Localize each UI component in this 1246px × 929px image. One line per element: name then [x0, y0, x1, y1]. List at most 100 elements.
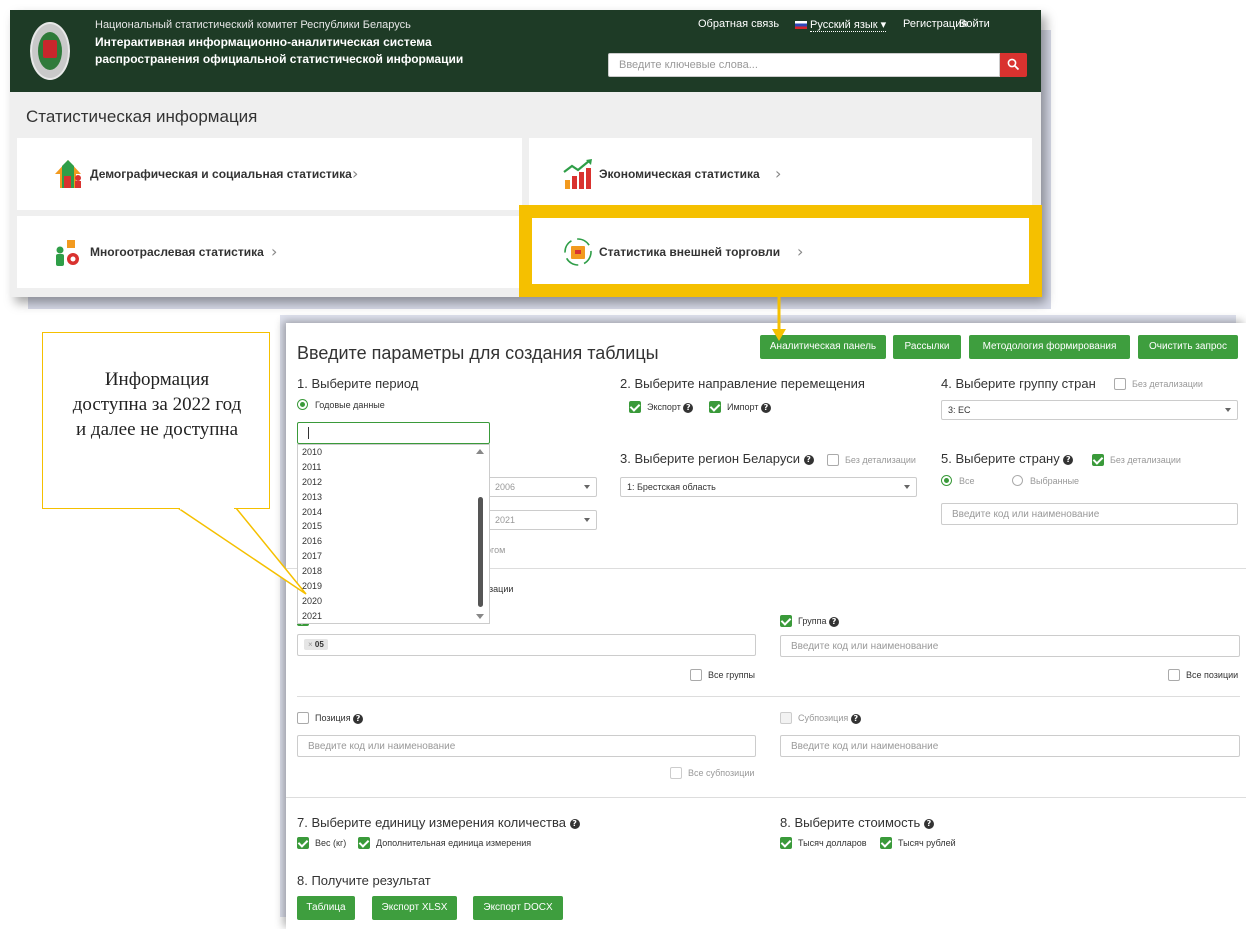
year-option[interactable]: 2014 — [298, 505, 489, 520]
region-no-detail-checkbox[interactable] — [827, 454, 839, 466]
country-selected-radio[interactable] — [1012, 475, 1023, 486]
year-option[interactable]: 2018 — [298, 564, 489, 579]
year-option[interactable]: 2019 — [298, 579, 489, 594]
tag-chip: × 05 — [304, 639, 328, 650]
group-input[interactable]: Введите код или наименование — [780, 635, 1240, 657]
export-xlsx-button[interactable]: Экспорт XLSX — [372, 896, 457, 920]
year-dropdown-list[interactable]: 2010 2011 2012 2013 2014 2015 2016 2017 … — [297, 444, 490, 624]
product-tags-input[interactable]: × 05 — [297, 634, 756, 656]
clear-query-button[interactable]: Очистить запрос — [1138, 335, 1238, 359]
people-house-icon — [55, 160, 81, 188]
scroll-up-icon[interactable] — [476, 449, 484, 454]
card-multisector[interactable]: Многоотраслевая статистика › — [17, 216, 522, 288]
country-all-radio[interactable] — [941, 475, 952, 486]
card-economic[interactable]: Экономическая статистика › — [529, 138, 1032, 210]
usd-label: Тысяч долларов — [798, 838, 867, 848]
belstat-logo[interactable] — [30, 22, 70, 80]
byn-label: Тысяч рублей — [898, 838, 956, 848]
search-input[interactable]: Введите ключевые слова... — [608, 53, 1000, 77]
year-option[interactable]: 2012 — [298, 475, 489, 490]
callout-line: Информация — [104, 369, 210, 390]
language-selector[interactable]: Русский язык ▾ — [810, 18, 887, 32]
year-option[interactable]: 2010 — [298, 445, 489, 460]
group-checkbox[interactable] — [780, 615, 792, 627]
group-no-detail-checkbox[interactable] — [1114, 378, 1126, 390]
people-gear-icon — [56, 240, 79, 266]
position-checkbox[interactable] — [297, 712, 309, 724]
country-group-select[interactable]: 3: ЕС — [941, 400, 1238, 420]
region-no-detail-label: Без детализации — [845, 455, 916, 465]
weight-checkbox[interactable] — [297, 837, 309, 849]
country-group-value: 3: ЕС — [948, 405, 971, 415]
chevron-down-icon — [904, 485, 910, 489]
card-label: Демографическая и социальная статистика — [90, 167, 352, 181]
position-label: Позиция ? — [315, 713, 364, 724]
export-checkbox[interactable] — [629, 401, 641, 413]
step2-title: 2. Выберите направление перемещения — [620, 376, 865, 391]
help-icon: ? — [569, 818, 580, 829]
analytics-panel-button[interactable]: Аналитическая панель — [760, 335, 886, 359]
form-title: Введите параметры для создания таблицы — [297, 343, 659, 363]
help-icon: ? — [683, 402, 694, 413]
card-label: Многоотраслевая статистика — [90, 245, 264, 259]
year-option[interactable]: 2017 — [298, 549, 489, 564]
export-docx-button[interactable]: Экспорт DOCX — [473, 896, 563, 920]
help-icon: ? — [829, 616, 840, 627]
help-icon: ? — [1063, 454, 1074, 465]
feedback-link[interactable]: Обратная связь — [698, 18, 779, 30]
region-value: 1: Брестская область — [627, 482, 716, 492]
year-option[interactable]: 2016 — [298, 534, 489, 549]
subposition-input[interactable]: Введите код или наименование — [780, 735, 1240, 757]
callout-line: и далее не доступна — [75, 419, 239, 440]
annual-radio[interactable] — [297, 399, 308, 410]
step7-title: 7. Выберите единицу измерения количества… — [297, 815, 580, 830]
usd-checkbox[interactable] — [780, 837, 792, 849]
country-no-detail-checkbox[interactable] — [1092, 454, 1104, 466]
card-demographic[interactable]: Демографическая и социальная статистика … — [17, 138, 522, 210]
export-label: Экспорт ? — [647, 402, 694, 413]
system-title-line2: распространения официальной статистическ… — [95, 52, 464, 66]
chevron-right-icon: › — [775, 164, 782, 183]
subposition-label: Субпозиция ? — [798, 713, 861, 724]
all-subpositions-checkbox[interactable] — [670, 767, 682, 779]
byn-checkbox[interactable] — [880, 837, 892, 849]
card-label: Экономическая статистика — [599, 167, 760, 181]
year-option[interactable]: 2013 — [298, 490, 489, 505]
methodology-button[interactable]: Методология формирования — [969, 335, 1130, 359]
search-button[interactable] — [1000, 53, 1027, 77]
login-link[interactable]: Войти — [959, 18, 990, 30]
system-title-line1: Интерактивная информационно-аналитическа… — [95, 35, 432, 49]
country-no-detail-label: Без детализации — [1110, 455, 1181, 465]
year-option[interactable]: 2011 — [298, 460, 489, 475]
scroll-down-icon[interactable] — [476, 614, 484, 619]
position-input[interactable]: Введите код или наименование — [297, 735, 756, 757]
subposition-checkbox[interactable] — [780, 712, 792, 724]
country-selected-label: Выбранные — [1030, 476, 1080, 486]
import-checkbox[interactable] — [709, 401, 721, 413]
chevron-down-icon — [584, 518, 590, 522]
callout-text: Информация доступна за 2022 год и далее … — [43, 367, 271, 442]
region-select[interactable]: 1: Брестская область — [620, 477, 917, 497]
table-button[interactable]: Таблица — [297, 896, 355, 920]
all-positions-checkbox[interactable] — [1168, 669, 1180, 681]
mailings-button[interactable]: Рассылки — [893, 335, 961, 359]
weight-label: Вес (кг) — [315, 838, 347, 848]
scrollbar-thumb[interactable] — [478, 497, 483, 607]
language-label: Русский язык — [810, 19, 878, 31]
year-option[interactable]: 2021 — [298, 609, 489, 623]
year-search-input[interactable] — [297, 422, 490, 444]
callout-line: доступна за 2022 год — [72, 394, 242, 415]
country-input[interactable]: Введите код или наименование — [941, 503, 1238, 525]
help-icon: ? — [923, 818, 934, 829]
chevron-right-icon: › — [271, 242, 278, 261]
register-link[interactable]: Регистрация — [903, 18, 967, 30]
year-option[interactable]: 2020 — [298, 594, 489, 609]
help-icon: ? — [353, 713, 364, 724]
all-groups-checkbox[interactable] — [690, 669, 702, 681]
step5-title: 5. Выберите страну ? — [941, 451, 1074, 466]
step1-title: 1. Выберите период — [297, 376, 419, 391]
search-icon — [1007, 58, 1020, 71]
extra-unit-checkbox[interactable] — [358, 837, 370, 849]
year-option[interactable]: 2015 — [298, 519, 489, 534]
bar-chart-icon — [563, 159, 592, 189]
